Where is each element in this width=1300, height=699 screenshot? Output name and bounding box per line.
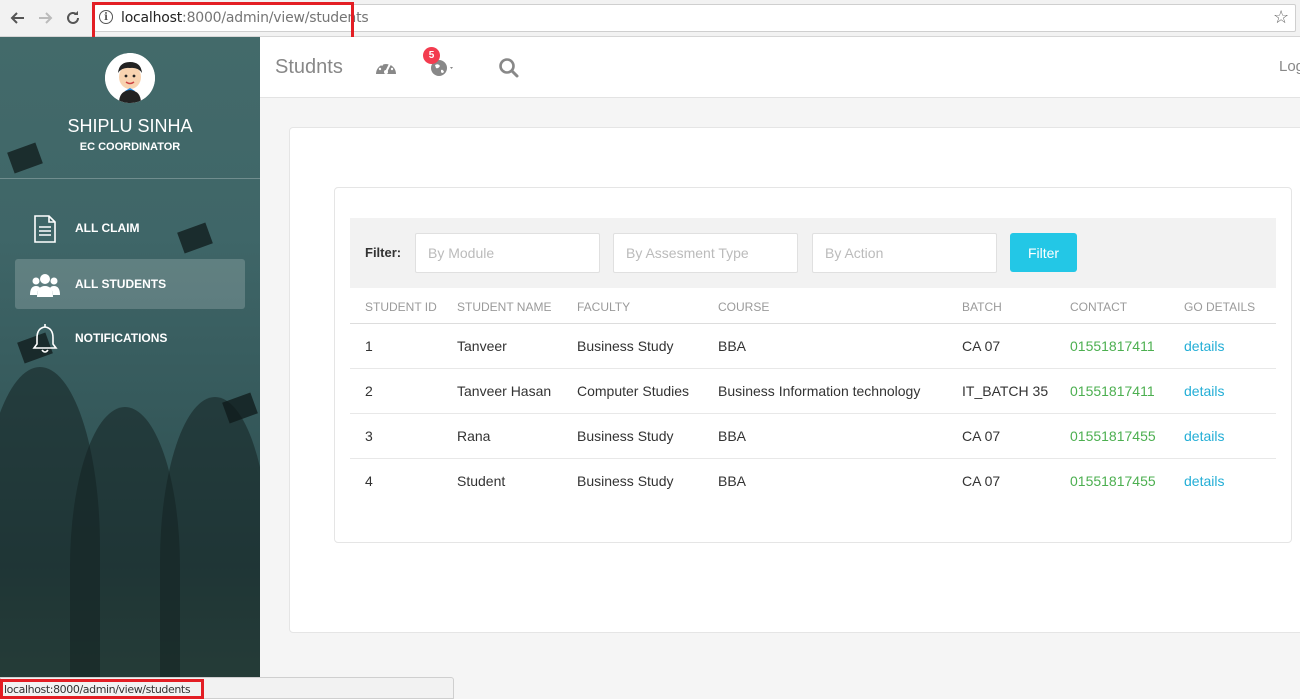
details-link[interactable]: details xyxy=(1184,473,1224,489)
status-highlight-box xyxy=(0,679,204,699)
assessment-type-filter-input[interactable] xyxy=(613,233,798,273)
cell-faculty: Business Study xyxy=(562,413,703,459)
cell-student-name: Rana xyxy=(442,413,562,459)
column-header-student-id[interactable]: STUDENT ID xyxy=(350,292,442,324)
cell-batch: CA 07 xyxy=(962,472,1001,489)
cell-contact: 01551817411 xyxy=(1055,323,1169,369)
grad-cap-shape xyxy=(222,392,258,424)
dashboard-gauge-icon[interactable] xyxy=(374,56,398,80)
column-header-contact[interactable]: CONTACT xyxy=(1055,292,1169,324)
sidebar-item-label: ALL CLAIM xyxy=(75,221,140,235)
cell-student-id: 4 xyxy=(365,472,373,489)
cell-faculty: Business Study xyxy=(577,472,674,489)
cell-faculty: Computer Studies xyxy=(562,368,703,414)
cell-student-name: Student xyxy=(457,472,506,489)
user-role: EC COORDINATOR xyxy=(79,141,181,153)
students-table: STUDENT ID STUDENT NAME FACULTY COURSE B… xyxy=(350,292,1276,503)
cell-student-name: Tanveer xyxy=(442,323,562,369)
notification-badge: 5 xyxy=(423,47,440,64)
avatar[interactable] xyxy=(105,53,155,103)
action-filter-input[interactable] xyxy=(812,233,997,273)
table-row: 2 Tanveer Hasan Computer Studies Busines… xyxy=(350,368,1276,414)
cell-student-id: 2 xyxy=(350,368,442,414)
bell-icon xyxy=(29,323,61,355)
filter-label: Filter: xyxy=(365,245,402,260)
cell-student-id: 1 xyxy=(350,323,442,369)
cell-student-name: Tanveer Hasan xyxy=(442,368,562,414)
cell-faculty: Business Study xyxy=(562,323,703,369)
sidebar-item-notifications[interactable]: NOTIFICATIONS xyxy=(15,313,245,363)
sidebar-divider xyxy=(0,178,260,179)
reload-icon[interactable] xyxy=(62,7,84,29)
cell-batch: IT_BATCH 35 xyxy=(947,368,1055,414)
module-filter-input[interactable] xyxy=(415,233,600,273)
details-link[interactable]: details xyxy=(1184,383,1224,399)
page-title[interactable]: Studnts xyxy=(275,56,343,79)
cell-go-details: details xyxy=(1169,458,1276,503)
details-link[interactable]: details xyxy=(1184,338,1224,354)
table-row: 3 Rana Business Study BBA CA 07 01551817… xyxy=(350,413,1276,459)
table-header-row: STUDENT ID STUDENT NAME FACULTY COURSE B… xyxy=(350,292,1276,324)
cell-go-details: details xyxy=(1169,368,1276,414)
cell-contact: 01551817411 xyxy=(1055,368,1169,414)
cell-go-details: details xyxy=(1169,323,1276,369)
cell-student-id: 3 xyxy=(350,413,442,459)
cell-batch: CA 07 xyxy=(947,413,1055,459)
user-name: SHIPLU SINHA xyxy=(67,116,193,136)
top-navbar: Studnts 5 Log xyxy=(260,37,1300,98)
sidebar-item-label: ALL STUDENTS xyxy=(75,277,167,291)
users-icon xyxy=(29,269,61,301)
cell-course: BBA xyxy=(703,413,947,459)
column-header-batch[interactable]: BATCH xyxy=(947,292,1055,324)
sidebar-item-label: NOTIFICATIONS xyxy=(75,331,168,345)
cell-go-details: details xyxy=(1169,413,1276,459)
column-header-go-details[interactable]: GO DETAILS xyxy=(1169,292,1276,324)
url-highlight-box xyxy=(92,2,354,42)
details-link[interactable]: details xyxy=(1184,428,1224,444)
forward-arrow-icon[interactable] xyxy=(35,7,57,29)
column-header-course[interactable]: COURSE xyxy=(703,292,947,324)
table-row: 1 Tanveer Business Study BBA CA 07 01551… xyxy=(350,323,1276,369)
column-header-student-name[interactable]: STUDENT NAME xyxy=(442,292,562,324)
column-header-faculty[interactable]: FACULTY xyxy=(562,292,703,324)
search-icon[interactable] xyxy=(497,56,521,80)
cell-batch: CA 07 xyxy=(947,323,1055,369)
filter-bar: Filter: Filter xyxy=(350,218,1276,288)
cell-course: BBA xyxy=(703,323,947,369)
document-icon xyxy=(29,213,61,245)
background-silhouette xyxy=(160,397,260,699)
cell-contact: 01551817455 xyxy=(1070,472,1156,489)
cell-course: BBA xyxy=(718,472,747,489)
cell-contact: 01551817455 xyxy=(1055,413,1169,459)
sidebar: SHIPLU SINHA EC COORDINATOR ALL CLAIM AL… xyxy=(0,37,260,699)
sidebar-item-all-claim[interactable]: ALL CLAIM xyxy=(15,203,245,253)
table-row: 4 Student Business Study BBA CA 07 01551… xyxy=(350,458,1276,503)
back-arrow-icon[interactable] xyxy=(6,7,28,29)
bookmark-star-icon[interactable]: ☆ xyxy=(1273,8,1289,26)
logout-link[interactable]: Log xyxy=(1279,58,1300,75)
cell-course: Business Information technology xyxy=(703,368,947,414)
filter-button[interactable]: Filter xyxy=(1010,233,1077,272)
sidebar-item-all-students[interactable]: ALL STUDENTS xyxy=(15,259,245,309)
